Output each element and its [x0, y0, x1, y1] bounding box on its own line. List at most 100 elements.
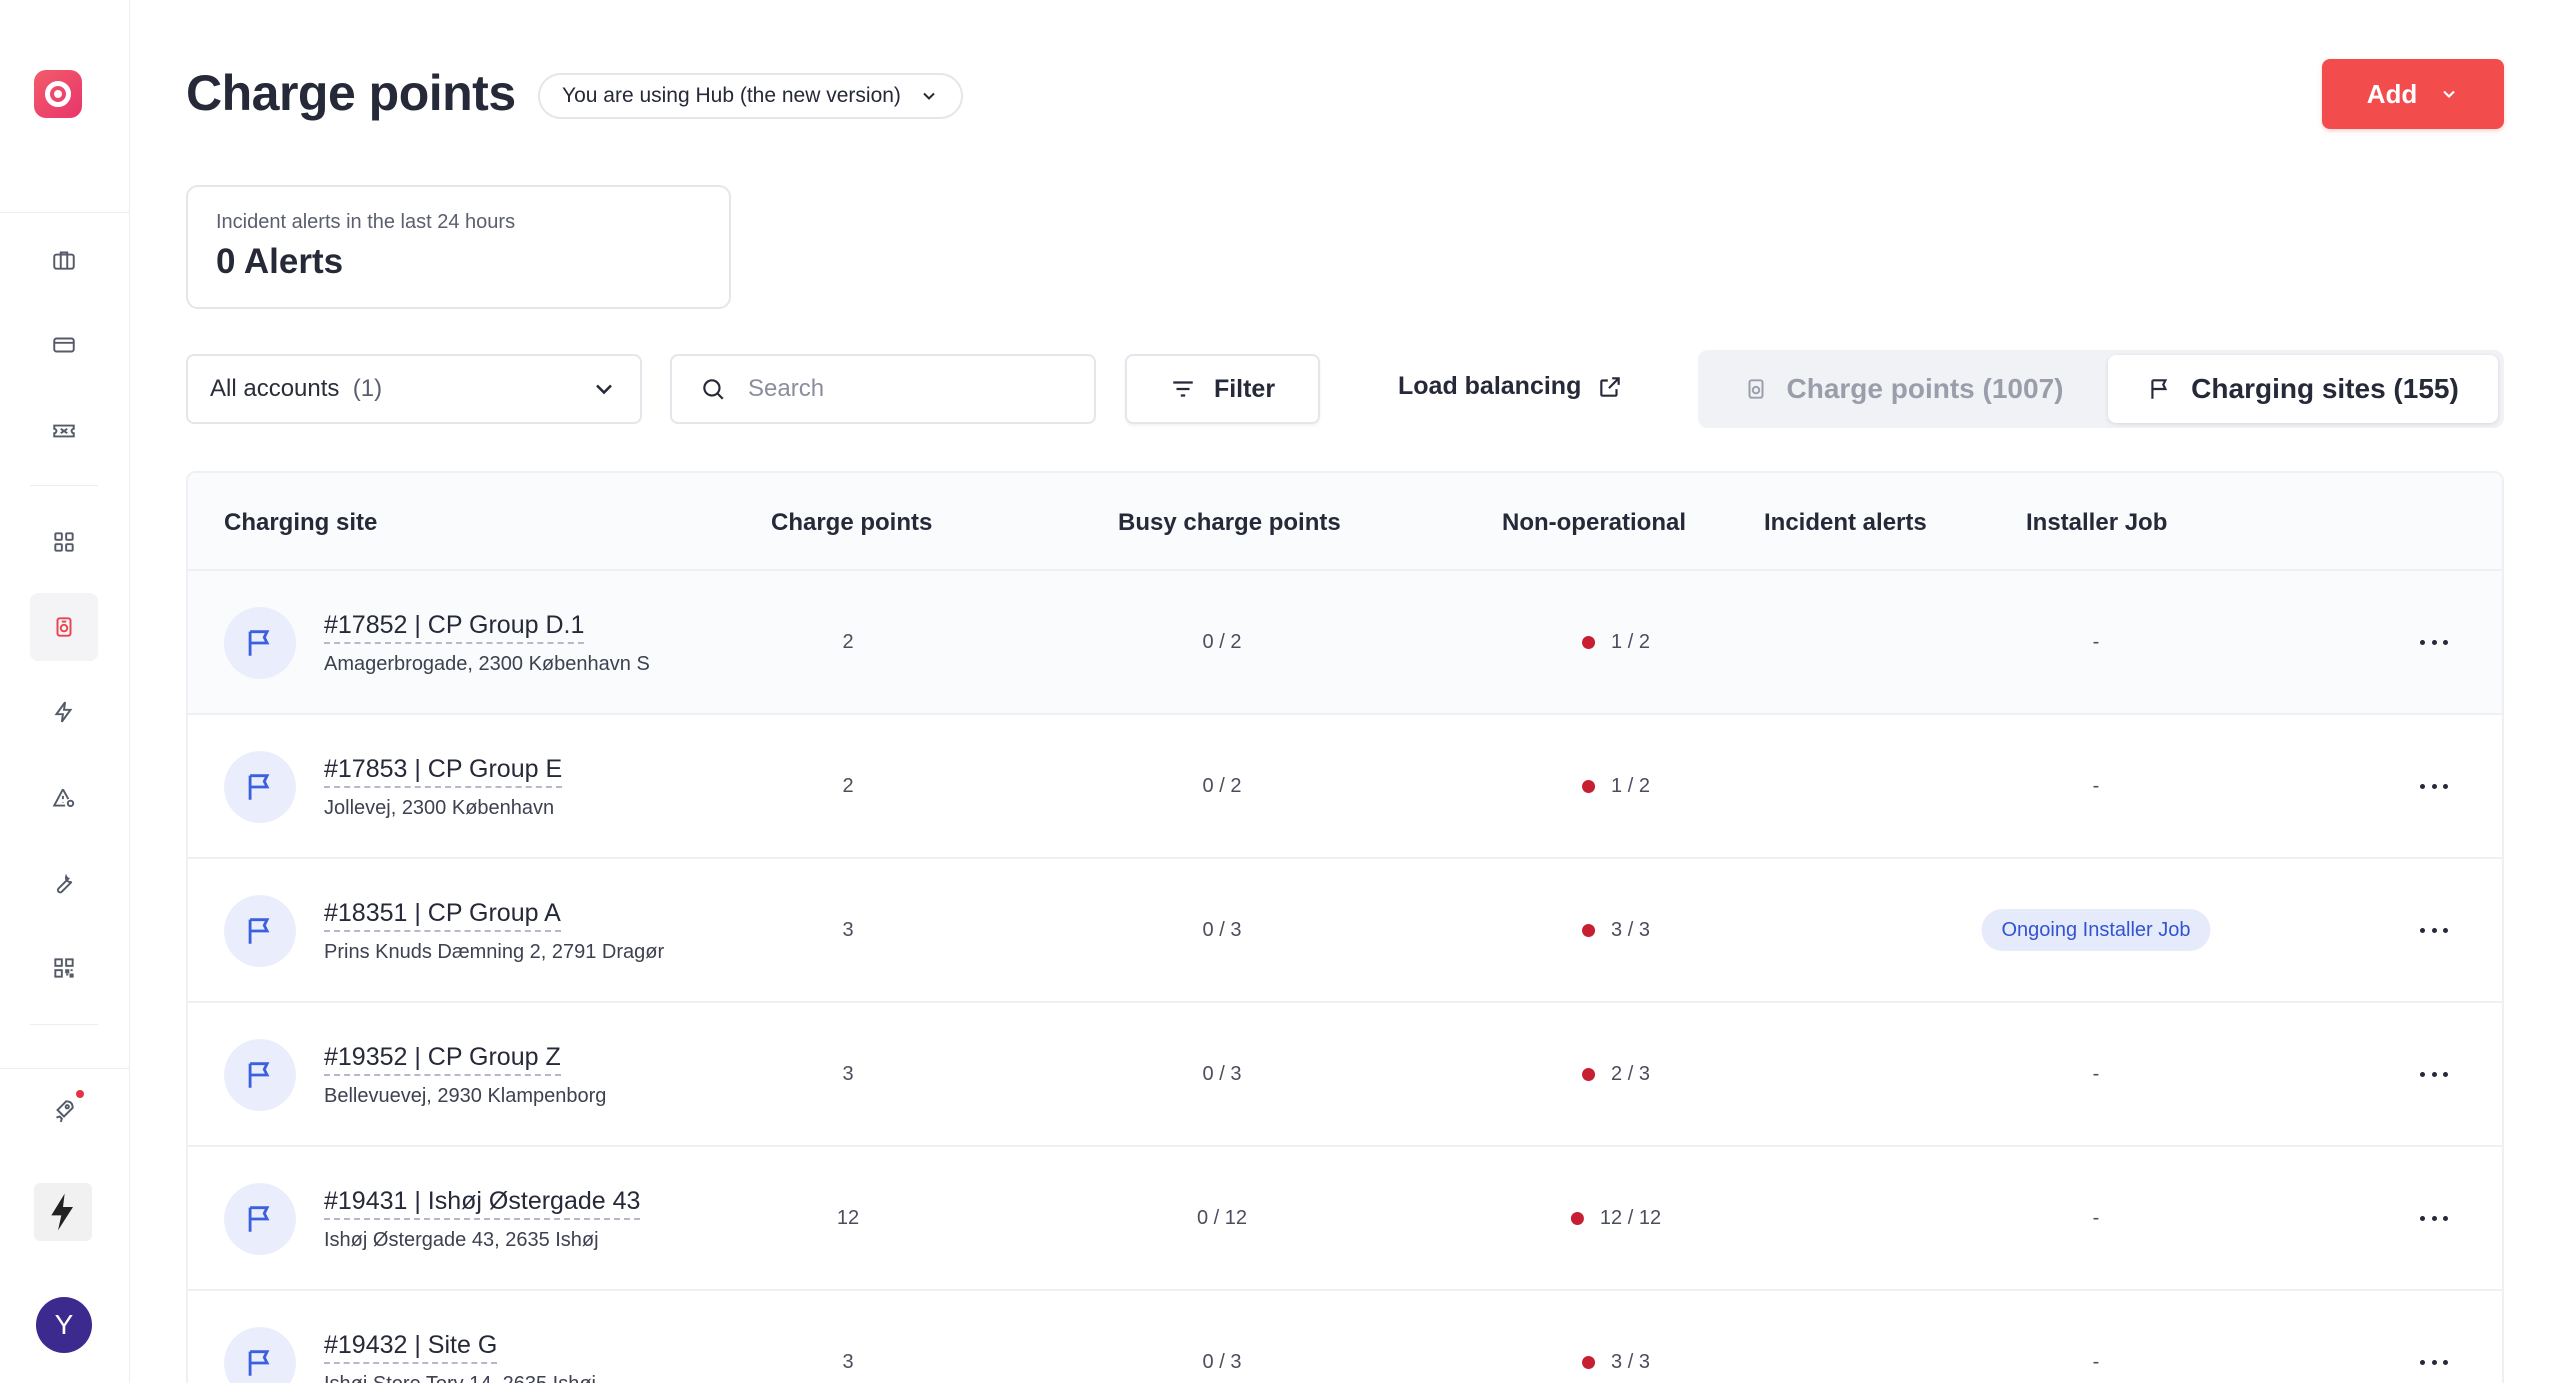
table-row[interactable]: #19432 | Site G Ishøj Store Torv 14, 263… [188, 1291, 2502, 1383]
filter-label: Filter [1213, 374, 1276, 403]
busy-charge-points: 0 / 3 [1202, 919, 1242, 941]
busy-charge-points: 0 / 3 [1202, 1351, 1242, 1373]
site-name-link[interactable]: #19352 | CP Group Z [324, 1043, 561, 1076]
sidebar-item-dashboard[interactable] [30, 508, 98, 576]
column-header[interactable]: Non-operational [1502, 509, 1686, 537]
installer-job-badge[interactable]: Ongoing Installer Job [1981, 909, 2211, 951]
search-placeholder: Search [748, 375, 825, 402]
non-operational-cell: 3 / 3 [1582, 1351, 1650, 1374]
tab-charging-sites[interactable]: Charging sites (155) [2108, 355, 2498, 423]
table-header: Charging site Charge points Busy charge … [188, 473, 2502, 571]
row-actions-button[interactable] [2416, 1059, 2452, 1089]
grid-icon [54, 532, 74, 552]
sidebar-item-billing[interactable] [30, 311, 98, 379]
ticket-icon [53, 424, 75, 438]
row-actions-button[interactable] [2416, 627, 2452, 657]
site-name-link[interactable]: #18351 | CP Group A [324, 899, 561, 932]
add-button[interactable]: Add [2322, 59, 2504, 129]
incident-alerts-card[interactable]: Incident alerts in the last 24 hours 0 A… [186, 185, 731, 309]
charging-sites-table: Charging site Charge points Busy charge … [186, 471, 2504, 1383]
non-operational-cell: 1 / 2 [1582, 631, 1650, 654]
sidebar-item-whats-new[interactable] [30, 1076, 98, 1144]
busy-charge-points: 0 / 2 [1202, 775, 1242, 797]
non-operational-value: 2 / 3 [1611, 1063, 1650, 1085]
column-header[interactable]: Charging site [224, 509, 377, 537]
sidebar-divider [0, 212, 130, 213]
briefcase-icon [53, 251, 75, 270]
row-actions-button[interactable] [2416, 1203, 2452, 1233]
table-row[interactable]: #19431 | Ishøj Østergade 43 Ishøj Østerg… [188, 1147, 2502, 1291]
site-address: Prins Knuds Dæmning 2, 2791 Dragør [324, 941, 665, 963]
charge-points-count: 12 [836, 1207, 860, 1229]
column-header[interactable]: Incident alerts [1764, 509, 1927, 537]
column-header[interactable]: Busy charge points [1118, 509, 1341, 537]
sidebar-item-qr[interactable] [30, 934, 98, 1002]
more-icon [2420, 639, 2425, 645]
non-operational-value: 12 / 12 [1599, 1207, 1662, 1229]
table-row[interactable]: #17852 | CP Group D.1 Amagerbrogade, 230… [188, 571, 2502, 715]
status-dot [1582, 780, 1596, 793]
qr-code-icon [54, 958, 74, 978]
search-icon [703, 379, 724, 400]
sidebar-item-charge-points[interactable] [30, 593, 98, 661]
page-title: Charge points [186, 65, 516, 121]
add-button-label: Add [2366, 78, 2418, 109]
column-header[interactable]: Charge points [771, 509, 932, 537]
site-avatar [224, 1183, 296, 1255]
installer-job-cell: - [2092, 1063, 2100, 1085]
notification-dot [76, 1090, 84, 1098]
rocket-icon [56, 1100, 74, 1123]
wrench-icon [57, 873, 73, 894]
site-name-link[interactable]: #17853 | CP Group E [324, 755, 563, 788]
busy-charge-points: 0 / 2 [1202, 631, 1242, 653]
table-row[interactable]: #18351 | CP Group A Prins Knuds Dæmning … [188, 859, 2502, 1003]
app-logo[interactable] [34, 70, 82, 118]
version-switcher[interactable]: You are using Hub (the new version) [538, 73, 963, 119]
view-toggle: Charge points (1007) Charging sites (155… [1698, 350, 2504, 428]
credit-card-icon [53, 337, 75, 353]
site-address: Amagerbrogade, 2300 København S [324, 653, 650, 675]
site-name-link[interactable]: #19431 | Ishøj Østergade 43 [324, 1187, 641, 1220]
row-actions-button[interactable] [2416, 771, 2452, 801]
column-header[interactable]: Installer Job [2026, 509, 2167, 537]
tab-charge-points[interactable]: Charge points (1007) [1703, 355, 2103, 423]
avatar[interactable]: Y [36, 1297, 92, 1353]
alert-settings-icon [52, 788, 75, 808]
flag-icon [248, 774, 270, 800]
row-actions-button[interactable] [2416, 1347, 2452, 1377]
tab-charge-points-label: Charge points (1007) [1786, 373, 2064, 404]
site-name-link[interactable]: #17852 | CP Group D.1 [324, 611, 585, 644]
sidebar-item-briefcase[interactable] [30, 226, 98, 294]
load-balancing-link[interactable]: Load balancing [1398, 372, 1623, 401]
search-input[interactable]: Search [670, 354, 1096, 424]
load-balancing-label: Load balancing [1398, 372, 1582, 400]
busy-charge-points: 0 / 12 [1196, 1207, 1248, 1229]
chevron-down-icon [923, 92, 935, 100]
filter-button[interactable]: Filter [1125, 354, 1320, 424]
account-select[interactable]: All accounts (1) [186, 354, 642, 424]
non-operational-cell: 1 / 2 [1582, 775, 1650, 798]
row-actions-button[interactable] [2416, 915, 2452, 945]
charge-points-count: 3 [842, 1351, 854, 1373]
flag-icon [248, 1062, 270, 1088]
charger-icon [1748, 379, 1763, 399]
sidebar-item-energy[interactable] [30, 678, 98, 746]
flag-icon [248, 1350, 270, 1376]
more-icon [2420, 1071, 2425, 1077]
sidebar-item-installer[interactable] [30, 849, 98, 917]
more-icon [2420, 927, 2425, 933]
chevron-down-icon [596, 384, 612, 395]
table-row[interactable]: #19352 | CP Group Z Bellevuevej, 2930 Kl… [188, 1003, 2502, 1147]
table-row[interactable]: #17853 | CP Group E Jollevej, 2300 Køben… [188, 715, 2502, 859]
non-operational-value: 1 / 2 [1611, 631, 1650, 653]
lightning-icon [54, 701, 73, 723]
installer-job-cell: - [2092, 1207, 2100, 1229]
non-operational-cell: 12 / 12 [1570, 1207, 1662, 1230]
installer-job-cell: - [2092, 631, 2100, 653]
flag-icon [248, 918, 270, 944]
sidebar-item-tickets[interactable] [30, 397, 98, 465]
site-address: Ishøj Store Torv 14, 2635 Ishøj [324, 1373, 596, 1383]
sidebar-item-alerts[interactable] [30, 764, 98, 832]
site-address: Bellevuevej, 2930 Klampenborg [324, 1085, 607, 1107]
site-name-link[interactable]: #19432 | Site G [324, 1331, 498, 1364]
